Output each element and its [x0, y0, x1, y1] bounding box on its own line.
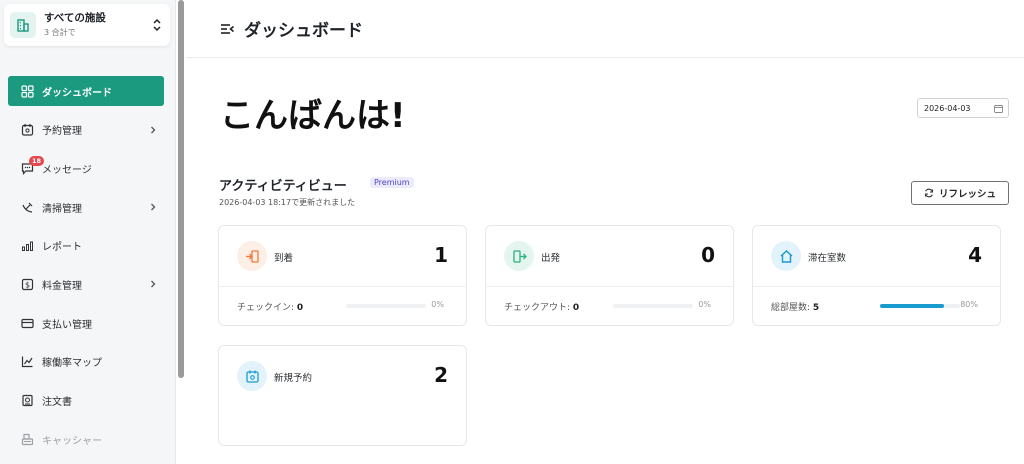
- sidebar-item-label: 支払い管理: [42, 319, 92, 331]
- svg-text:$: $: [24, 281, 29, 290]
- refresh-icon: [924, 188, 934, 198]
- refresh-label: リフレッシュ: [938, 189, 996, 200]
- chart-icon: [20, 355, 34, 369]
- sidebar-item-reservations[interactable]: 予約管理: [8, 115, 164, 145]
- arrivals-card[interactable]: 到着 1 チェックイン: 0 0%: [218, 225, 467, 326]
- last-updated-text: 2026-04-03 18:17で更新されました: [219, 198, 356, 207]
- bar-chart-icon: [20, 239, 34, 253]
- card-label: 出発: [541, 253, 561, 264]
- occupied-rooms-card[interactable]: 滞在室数 4 総部屋数: 5 80%: [752, 225, 1001, 326]
- sidebar-item-label: 清掃管理: [42, 203, 82, 215]
- checkin-percent: 0%: [431, 300, 444, 309]
- calendar-icon: [237, 361, 267, 391]
- departures-card[interactable]: 出発 0 チェックアウト: 0 0%: [485, 225, 734, 326]
- sidebar-item-dashboard[interactable]: ダッシュボード: [8, 76, 164, 106]
- sidebar-item-label: 予約管理: [42, 126, 82, 138]
- card-value: 2: [434, 363, 448, 387]
- calendar-icon: [994, 104, 1003, 115]
- card-label: 到着: [274, 253, 294, 264]
- credit-card-icon: [20, 316, 34, 330]
- card-value: 4: [968, 243, 982, 267]
- chevron-up-down-icon: [150, 18, 164, 32]
- page-header: ダッシュボード: [186, 0, 1024, 58]
- sidebar-item-label: レポート: [42, 242, 82, 254]
- sidebar-item-label: 稼働率マップ: [42, 358, 102, 370]
- door-exit-icon: [504, 241, 534, 271]
- sidebar-item-cleaning[interactable]: 清掃管理: [8, 192, 164, 222]
- sidebar-item-label: 注文書: [42, 397, 72, 408]
- section-title: アクティビティビュー: [219, 179, 347, 194]
- chevron-right-icon: [150, 126, 156, 137]
- divider: [753, 286, 1000, 287]
- sidebar-item-label: メッセージ: [42, 164, 92, 176]
- sidebar-scrollbar[interactable]: [178, 0, 184, 378]
- building-icon: [10, 12, 36, 38]
- sidebar-item-messages[interactable]: 18 メッセージ: [8, 153, 164, 183]
- sidebar-item-label: ダッシュボード: [42, 87, 112, 99]
- checkout-progress-bar: [613, 304, 693, 308]
- facility-subtitle: 3 合計で: [44, 27, 76, 37]
- chevron-right-icon: [150, 280, 156, 291]
- grid-icon: [20, 84, 34, 98]
- sidebar-item-label: 料金管理: [42, 280, 82, 292]
- new-reservations-card[interactable]: 新規予約 2: [218, 345, 467, 446]
- date-picker[interactable]: 2026-04-03: [917, 98, 1009, 118]
- sidebar: すべての施設 3 合計で ダッシュボード 予約管理 18 メッセージ 清掃管理: [0, 0, 176, 464]
- menu-collapse-icon[interactable]: [220, 21, 236, 37]
- chevron-right-icon: [150, 203, 156, 214]
- sidebar-item-label: キャッシャー: [42, 435, 102, 447]
- card-value: 1: [434, 243, 448, 267]
- document-icon: [20, 394, 34, 408]
- calendar-icon: [20, 123, 34, 137]
- divider: [219, 286, 466, 287]
- date-value: 2026-04-03: [924, 103, 971, 113]
- dollar-icon: $: [20, 277, 34, 291]
- occupancy-progress-bar: [880, 304, 960, 308]
- door-enter-icon: [237, 241, 267, 271]
- house-icon: [771, 241, 801, 271]
- page-title: ダッシュボード: [244, 21, 363, 41]
- checkin-count: チェックイン: 0: [237, 303, 304, 313]
- refresh-button[interactable]: リフレッシュ: [911, 181, 1009, 205]
- sidebar-nav: ダッシュボード 予約管理 18 メッセージ 清掃管理 レポート $ 料金管理 支…: [8, 76, 164, 463]
- broom-icon: [20, 200, 34, 214]
- sidebar-item-cashier[interactable]: キャッシャー: [8, 424, 164, 454]
- occupancy-percent: 80%: [960, 300, 978, 309]
- checkout-percent: 0%: [698, 300, 711, 309]
- card-value: 0: [701, 243, 715, 267]
- card-label: 新規予約: [274, 373, 313, 384]
- cash-register-icon: [20, 432, 34, 446]
- total-rooms-count: 総部屋数: 5: [771, 303, 820, 313]
- sidebar-item-occupancy-map[interactable]: 稼働率マップ: [8, 347, 164, 377]
- message-count-badge: 18: [29, 156, 45, 167]
- sidebar-item-pricing[interactable]: $ 料金管理: [8, 269, 164, 299]
- checkout-count: チェックアウト: 0: [504, 303, 580, 313]
- checkin-progress-bar: [346, 304, 426, 308]
- sidebar-item-orders[interactable]: 注文書: [8, 386, 164, 416]
- sidebar-item-payments[interactable]: 支払い管理: [8, 308, 164, 338]
- card-label: 滞在室数: [808, 253, 847, 264]
- sidebar-item-reports[interactable]: レポート: [8, 231, 164, 261]
- facility-title: すべての施設: [44, 11, 106, 24]
- greeting: こんばんは!: [220, 96, 406, 136]
- divider: [486, 286, 733, 287]
- premium-badge: Premium: [370, 177, 414, 188]
- facility-selector[interactable]: すべての施設 3 合計で: [4, 4, 170, 46]
